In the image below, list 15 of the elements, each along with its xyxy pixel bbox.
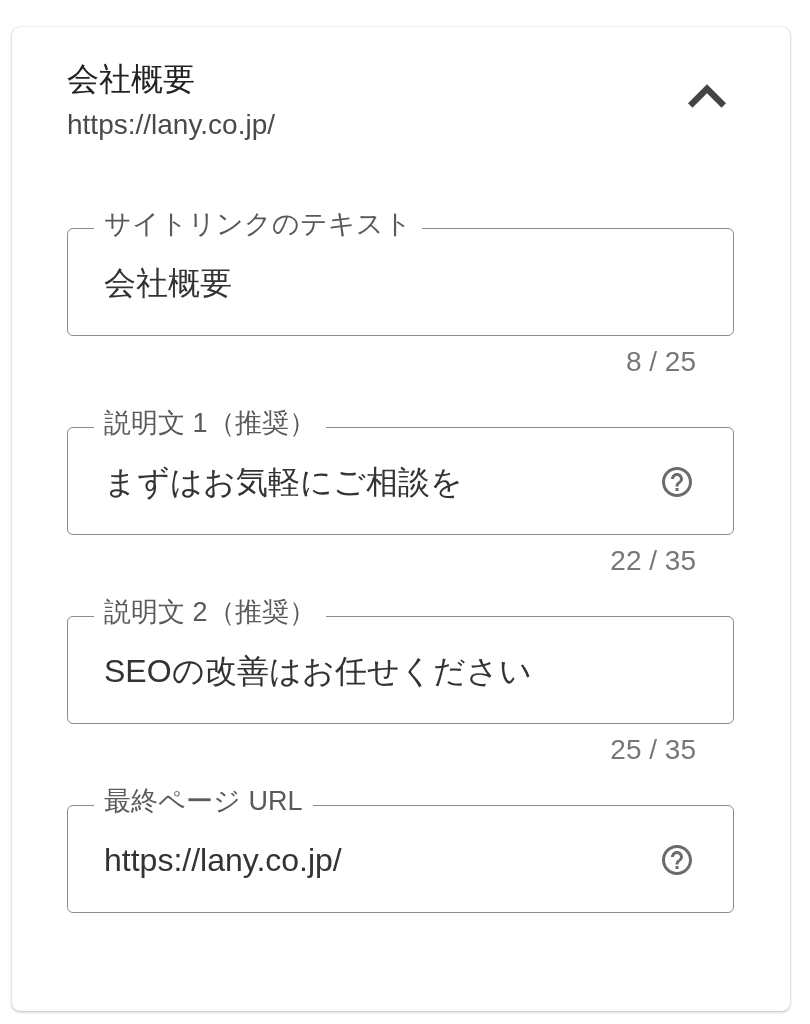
help-icon[interactable] [662, 845, 692, 875]
field-label: 説明文 1（推奨） [103, 408, 317, 440]
chevron-up-icon[interactable] [688, 84, 726, 108]
section-url: https://lany.co.jp/ [67, 108, 276, 142]
character-counter: 8 / 25 [625, 346, 696, 378]
character-counter: 25 / 35 [610, 734, 696, 766]
text-field[interactable]: 説明文 2（推奨） SEOの改善はお任せください [67, 597, 734, 724]
field-label: 説明文 2（推奨） [103, 597, 317, 629]
text-field[interactable]: 最終ページ URL https://lany.co.jp/ [67, 786, 734, 913]
character-counter: 22 / 35 [610, 545, 696, 577]
section-title: 会社概要 [67, 60, 196, 98]
field-label: サイトリンクのテキスト [103, 209, 413, 241]
field-label: 最終ページ URL [103, 786, 304, 818]
help-icon[interactable] [662, 467, 692, 497]
text-field[interactable]: 説明文 1（推奨） まずはお気軽にご相談を [67, 408, 734, 535]
